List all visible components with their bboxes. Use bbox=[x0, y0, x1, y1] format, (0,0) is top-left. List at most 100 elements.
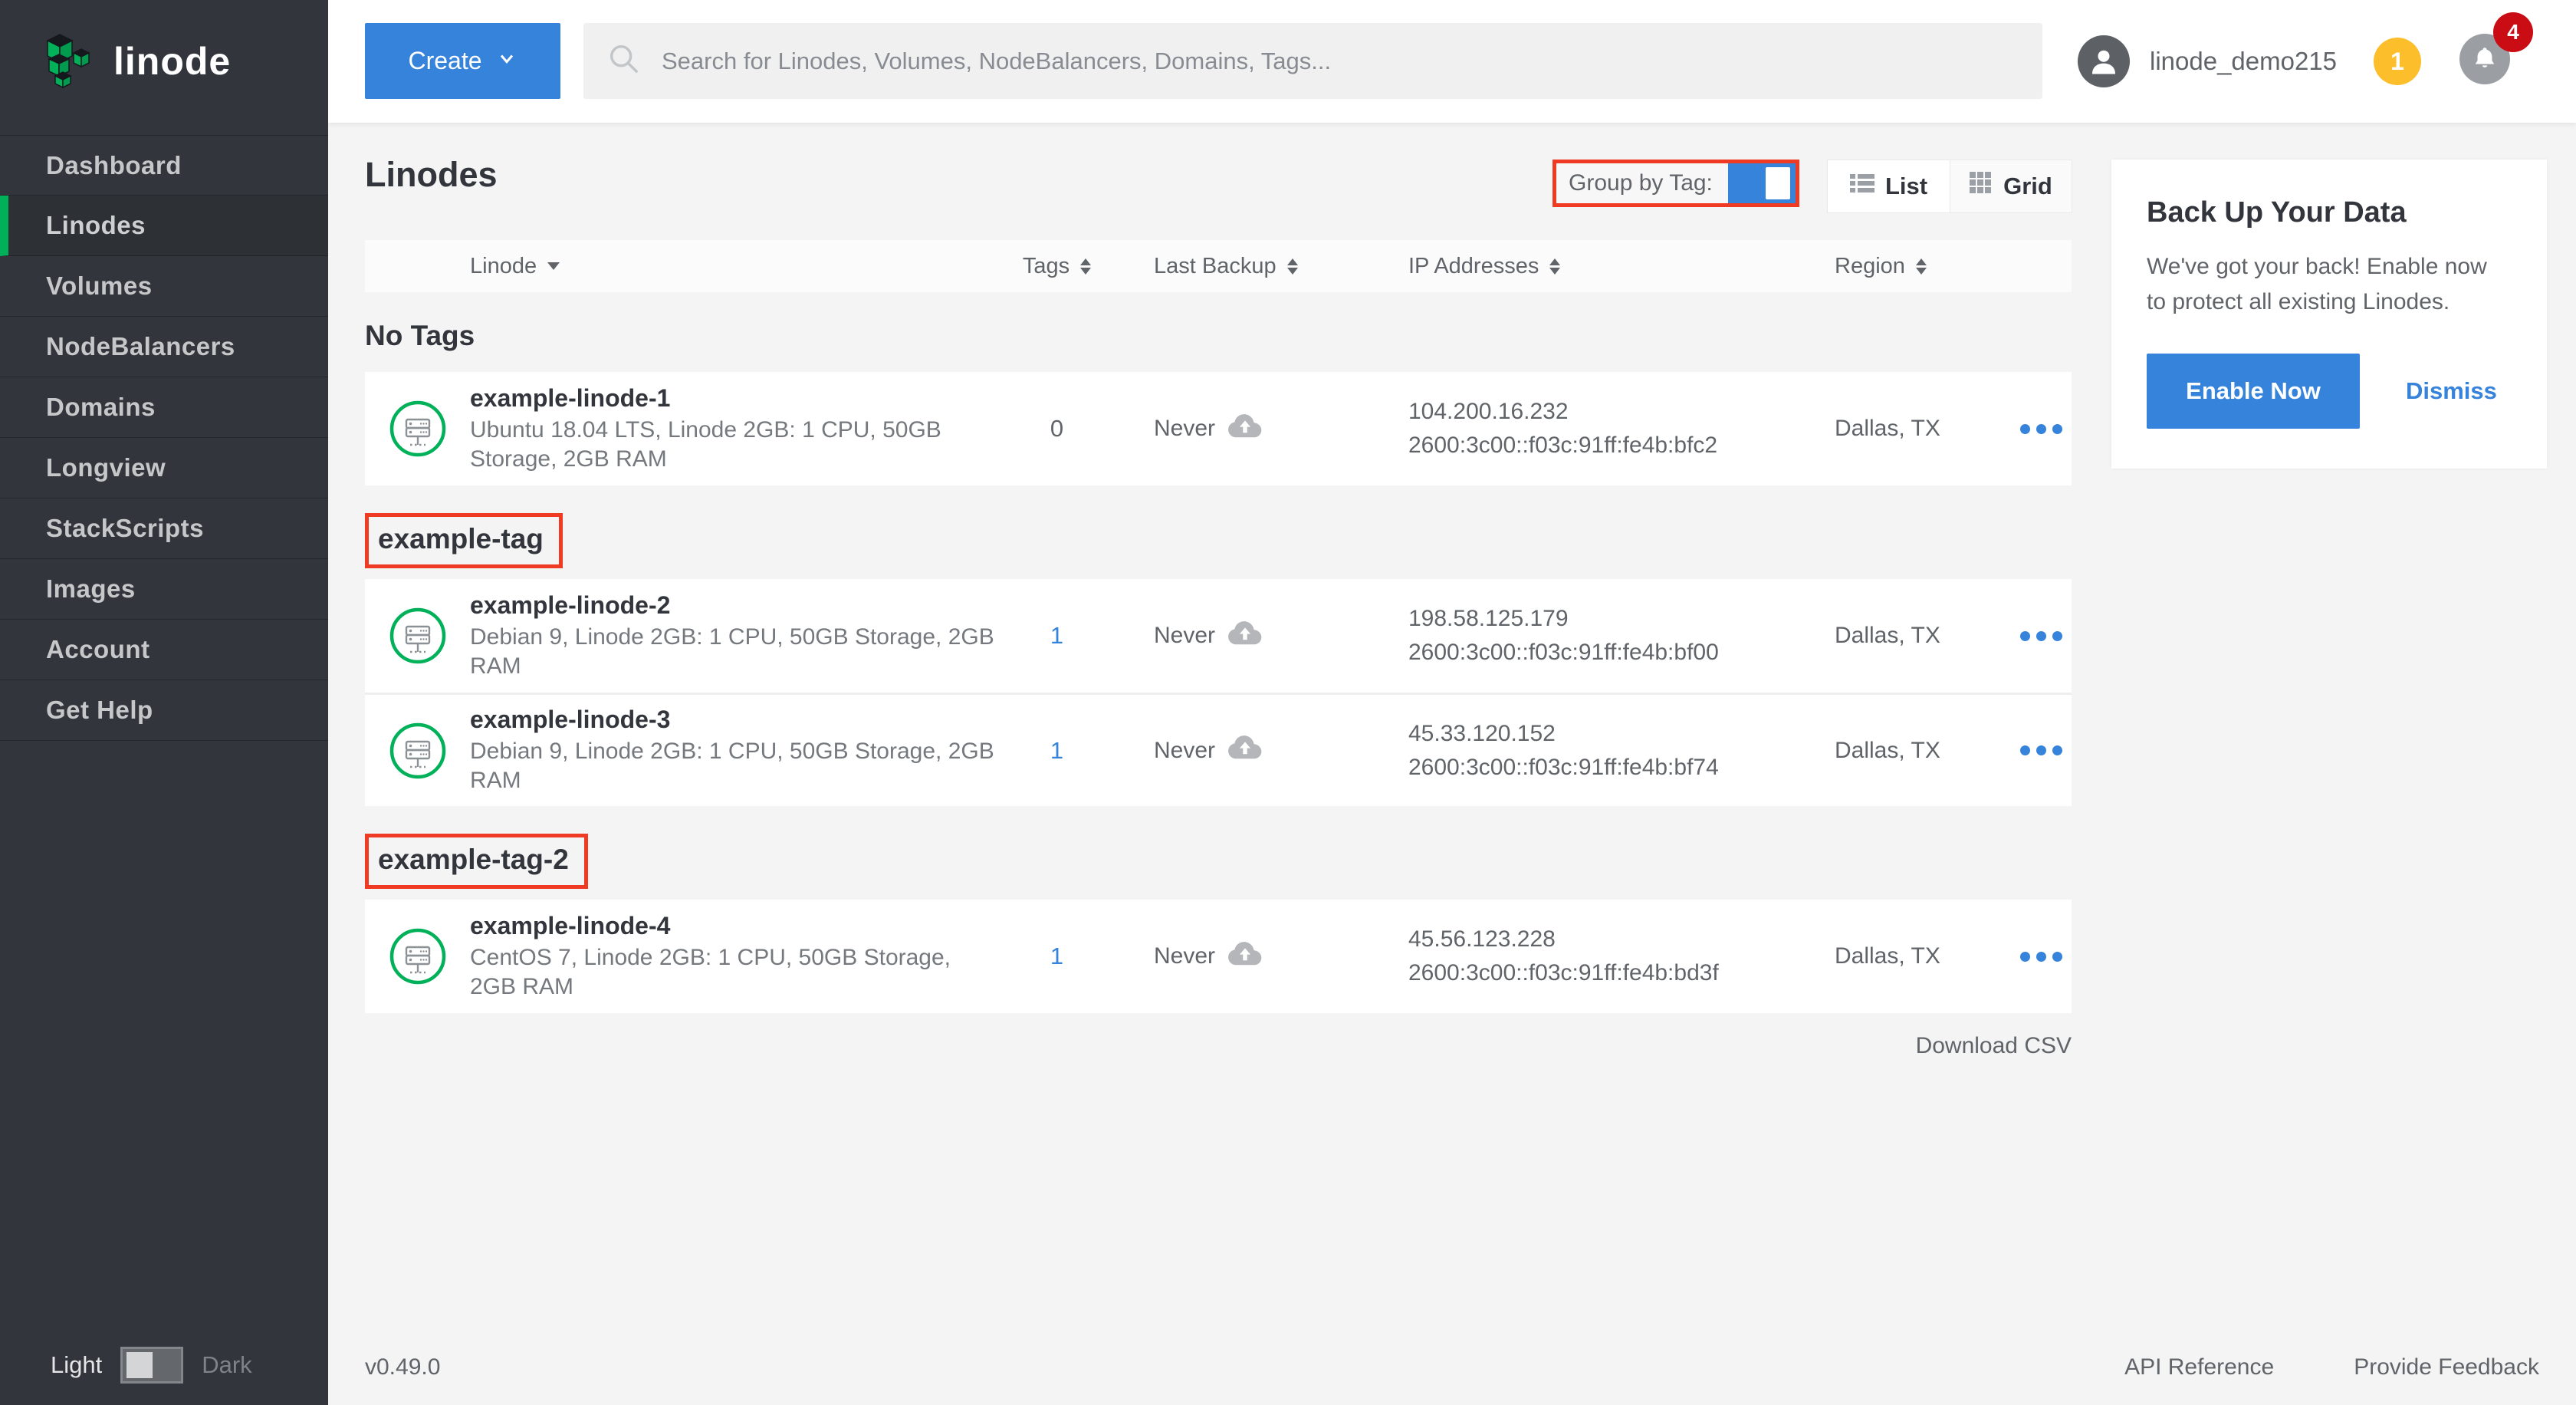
ipv4-address: 198.58.125.179 bbox=[1408, 602, 1835, 636]
ipv4-address: 45.56.123.228 bbox=[1408, 923, 1835, 956]
tags-count[interactable]: 1 bbox=[1001, 622, 1112, 650]
linode-logo[interactable]: linode bbox=[0, 0, 328, 123]
backup-cloud-icon[interactable] bbox=[1227, 735, 1263, 766]
chevron-down-icon bbox=[496, 47, 518, 75]
sort-icon bbox=[1080, 258, 1091, 275]
sort-desc-icon bbox=[547, 262, 560, 270]
grid-view-label: Grid bbox=[2003, 173, 2052, 200]
linode-row-example-linode-2[interactable]: example-linode-2 Debian 9, Linode 2GB: 1… bbox=[365, 579, 2072, 693]
csv-row: Download CSV bbox=[365, 1033, 2072, 1059]
sidebar-item-images[interactable]: Images bbox=[0, 559, 328, 620]
sidebar-item-linodes[interactable]: Linodes bbox=[0, 196, 328, 256]
table-header: Linode Tags Last Backup IP Addresses Reg… bbox=[365, 240, 2072, 292]
brand-name: linode bbox=[113, 39, 231, 84]
column-header-tags[interactable]: Tags bbox=[1001, 254, 1112, 279]
sidebar-nav: Dashboard Linodes Volumes NodeBalancers … bbox=[0, 135, 328, 741]
tag-group-no-tags: No Tags example-linode-1 Ubuntu bbox=[365, 320, 2072, 485]
download-csv-link[interactable]: Download CSV bbox=[1916, 1033, 2072, 1058]
page-title: Linodes bbox=[365, 155, 498, 195]
view-toggle: List Grid bbox=[1827, 160, 2072, 213]
app-version: v0.49.0 bbox=[365, 1354, 440, 1380]
tag-group-heading: example-tag bbox=[365, 513, 563, 568]
notification-count: 4 bbox=[2507, 20, 2519, 44]
linode-name[interactable]: example-linode-4 bbox=[470, 912, 1001, 940]
group-by-tag-toggle[interactable] bbox=[1728, 163, 1796, 203]
tags-count[interactable]: 1 bbox=[1001, 737, 1112, 765]
last-backup-value: Never bbox=[1154, 623, 1215, 649]
linode-status-icon bbox=[365, 927, 470, 985]
last-backup-value: Never bbox=[1154, 416, 1215, 442]
group-by-tag-label: Group by Tag: bbox=[1556, 170, 1728, 196]
theme-light-label: Light bbox=[51, 1351, 102, 1379]
provide-feedback-link[interactable]: Provide Feedback bbox=[2354, 1354, 2539, 1380]
sidebar-item-account[interactable]: Account bbox=[0, 620, 328, 680]
tag-group-heading: example-tag-2 bbox=[365, 834, 588, 889]
linode-row-example-linode-4[interactable]: example-linode-4 CentOS 7, Linode 2GB: 1… bbox=[365, 900, 2072, 1013]
row-actions-button[interactable] bbox=[2011, 952, 2072, 962]
linode-specs: CentOS 7, Linode 2GB: 1 CPU, 50GB Storag… bbox=[470, 943, 1001, 1002]
sidebar-item-nodebalancers[interactable]: NodeBalancers bbox=[0, 317, 328, 377]
global-search bbox=[583, 23, 2042, 99]
region: Dallas, TX bbox=[1835, 943, 2011, 969]
column-header-region[interactable]: Region bbox=[1835, 254, 2011, 279]
region: Dallas, TX bbox=[1835, 623, 2011, 649]
backup-card-actions: Enable Now Dismiss bbox=[2147, 354, 2512, 429]
notification-count-badge: 4 bbox=[2493, 12, 2533, 52]
search-input[interactable] bbox=[660, 47, 2019, 76]
sidebar-item-domains[interactable]: Domains bbox=[0, 377, 328, 438]
list-view-label: List bbox=[1885, 173, 1927, 200]
linode-name[interactable]: example-linode-3 bbox=[470, 706, 1001, 734]
linode-logo-icon bbox=[44, 31, 95, 92]
backup-card-title: Back Up Your Data bbox=[2147, 196, 2512, 229]
linode-row-example-linode-1[interactable]: example-linode-1 Ubuntu 18.04 LTS, Linod… bbox=[365, 372, 2072, 485]
enable-now-button[interactable]: Enable Now bbox=[2147, 354, 2360, 429]
tag-group-example-tag-2: example-tag-2 example-linode-4 C bbox=[365, 834, 2072, 1013]
dismiss-link[interactable]: Dismiss bbox=[2406, 377, 2497, 405]
sidebar-item-stackscripts[interactable]: StackScripts bbox=[0, 498, 328, 559]
footer-links: API Reference Provide Feedback bbox=[2124, 1354, 2539, 1380]
grid-view-button[interactable]: Grid bbox=[1950, 160, 2072, 212]
column-header-ip-addresses[interactable]: IP Addresses bbox=[1408, 254, 1835, 279]
notifications-button[interactable]: 4 bbox=[2459, 34, 2510, 84]
theme-switch-knob bbox=[127, 1352, 153, 1378]
list-view-button[interactable]: List bbox=[1828, 160, 1950, 212]
avatar bbox=[2078, 35, 2130, 87]
create-button-label: Create bbox=[408, 47, 481, 75]
tags-count[interactable]: 1 bbox=[1001, 943, 1112, 970]
theme-dark-label: Dark bbox=[202, 1351, 251, 1379]
ipv4-address: 45.33.120.152 bbox=[1408, 717, 1835, 751]
row-actions-button[interactable] bbox=[2011, 631, 2072, 641]
page-footer: v0.49.0 API Reference Provide Feedback bbox=[365, 1354, 2539, 1380]
theme-switch[interactable] bbox=[120, 1347, 183, 1384]
sidebar: linode Dashboard Linodes Volumes NodeBal… bbox=[0, 0, 328, 1405]
linode-name[interactable]: example-linode-2 bbox=[470, 591, 1001, 620]
region: Dallas, TX bbox=[1835, 416, 2011, 442]
column-header-last-backup[interactable]: Last Backup bbox=[1112, 254, 1408, 279]
theme-toggle: Light Dark bbox=[0, 1347, 328, 1384]
sidebar-item-dashboard[interactable]: Dashboard bbox=[0, 135, 328, 196]
account-badge[interactable]: 1 bbox=[2374, 38, 2421, 85]
linode-specs: Debian 9, Linode 2GB: 1 CPU, 50GB Storag… bbox=[470, 623, 1001, 681]
tag-group-example-tag: example-tag example-linode-2 Deb bbox=[365, 513, 2072, 806]
sidebar-item-longview[interactable]: Longview bbox=[0, 438, 328, 498]
user-menu[interactable]: linode_demo215 bbox=[2078, 0, 2337, 123]
backup-cloud-icon[interactable] bbox=[1227, 941, 1263, 972]
ipv6-address: 2600:3c00::f03c:91ff:fe4b:bf00 bbox=[1408, 636, 1835, 670]
row-actions-button[interactable] bbox=[2011, 745, 2072, 755]
row-actions-button[interactable] bbox=[2011, 424, 2072, 434]
linode-status-icon bbox=[365, 400, 470, 458]
linode-row-example-linode-3[interactable]: example-linode-3 Debian 9, Linode 2GB: 1… bbox=[365, 693, 2072, 806]
backup-cloud-icon[interactable] bbox=[1227, 413, 1263, 445]
api-reference-link[interactable]: API Reference bbox=[2124, 1354, 2274, 1380]
linode-name[interactable]: example-linode-1 bbox=[470, 384, 1001, 413]
backup-promo-card: Back Up Your Data We've got your back! E… bbox=[2111, 160, 2547, 469]
sidebar-item-volumes[interactable]: Volumes bbox=[0, 256, 328, 317]
backup-cloud-icon[interactable] bbox=[1227, 620, 1263, 652]
ipv6-address: 2600:3c00::f03c:91ff:fe4b:bf74 bbox=[1408, 751, 1835, 785]
region: Dallas, TX bbox=[1835, 738, 2011, 764]
create-button[interactable]: Create bbox=[365, 23, 560, 99]
backup-card-body: We've got your back! Enable now to prote… bbox=[2147, 249, 2512, 320]
sidebar-item-get-help[interactable]: Get Help bbox=[0, 680, 328, 741]
grid-icon bbox=[1970, 172, 1993, 201]
column-header-linode[interactable]: Linode bbox=[470, 254, 1001, 279]
